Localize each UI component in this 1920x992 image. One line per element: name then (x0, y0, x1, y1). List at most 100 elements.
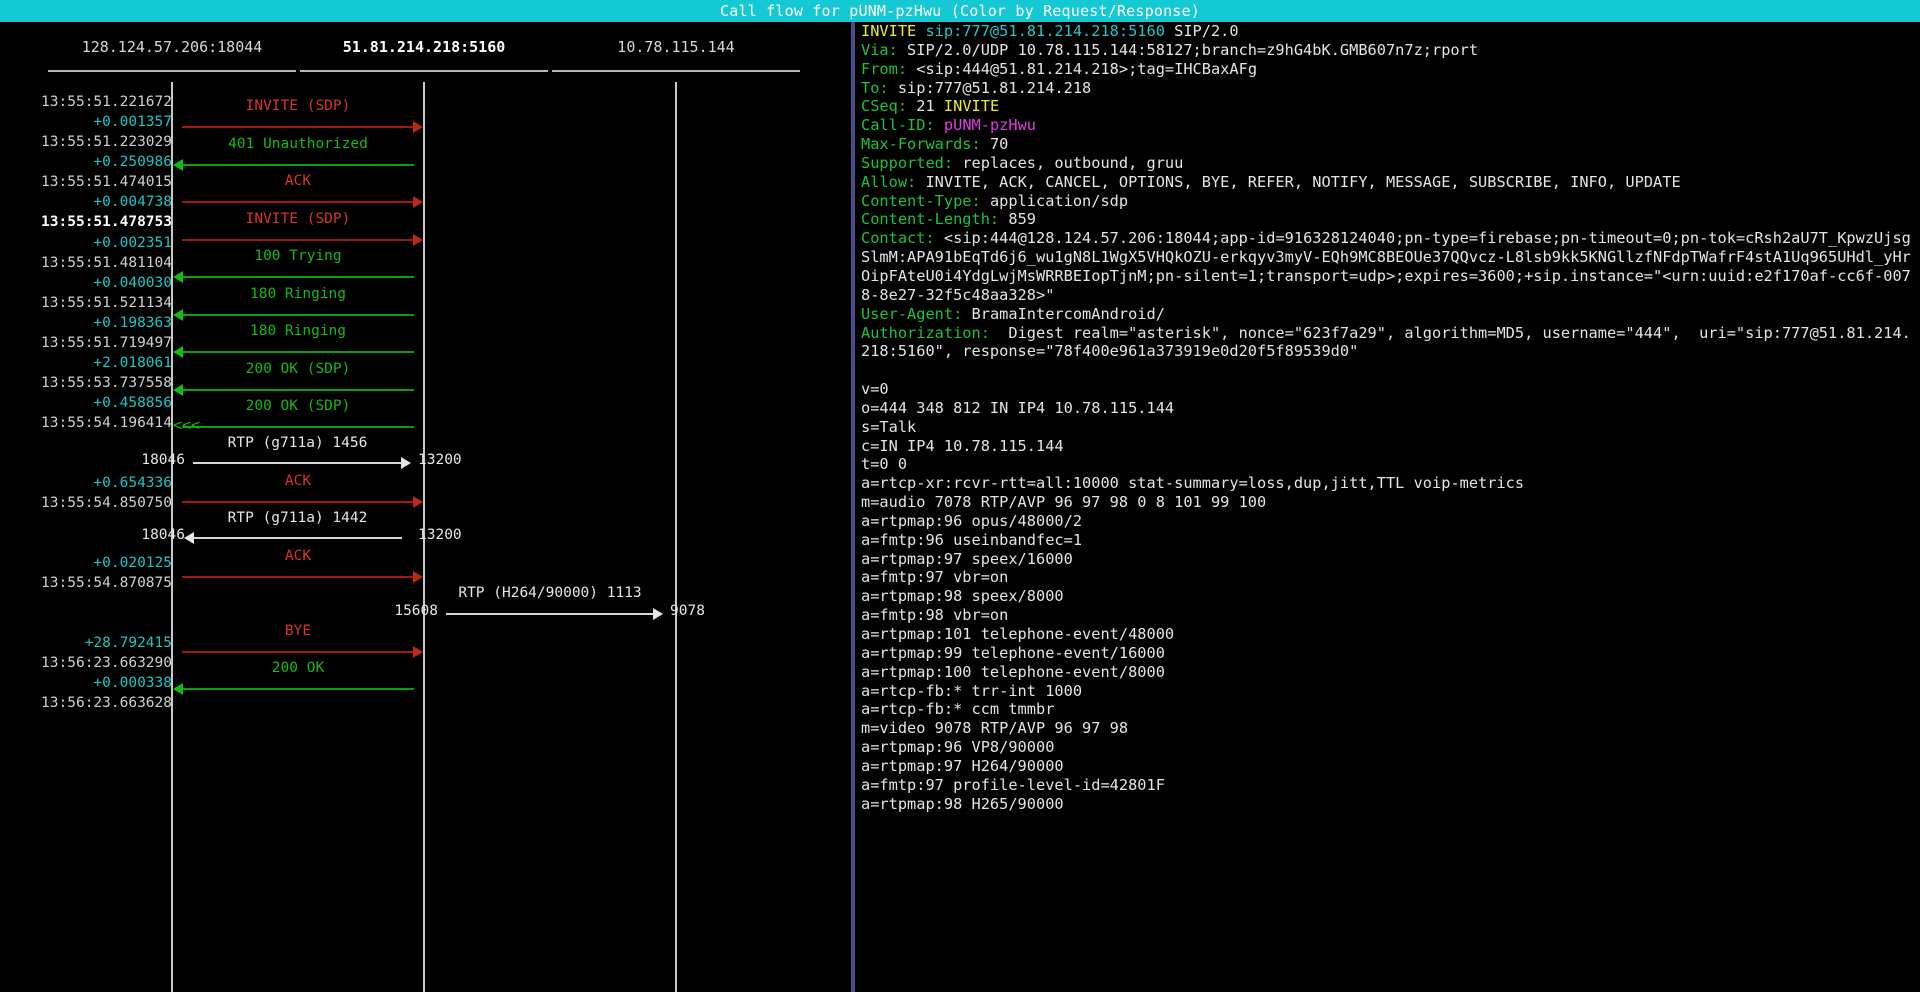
message-label[interactable]: ACK (285, 548, 311, 564)
message-label[interactable]: RTP (g711a) 1442 (228, 510, 368, 526)
host-label-2[interactable]: 10.78.115.144 (617, 38, 734, 56)
sip-token-plain: Digest realm="asterisk", nonce="623f7a29… (861, 323, 1911, 361)
sip-message-text: INVITE sip:777@51.81.214.218:5160 SIP/2.… (861, 22, 1917, 813)
message-arrow-line[interactable] (446, 613, 654, 615)
timestamp: 13:55:54.196414 (41, 415, 172, 431)
sip-token-hdr: Content-Length: (861, 210, 1000, 229)
sip-line: a=rtcp-fb:* ccm tmmbr (861, 700, 1917, 719)
message-arrow-line[interactable] (193, 462, 402, 464)
host-label-1[interactable]: 51.81.214.218:5160 (343, 38, 506, 56)
timestamp: 13:55:54.850750 (41, 495, 172, 511)
message-label[interactable]: 180 Ringing (250, 286, 346, 302)
sip-token-callid: pUNM-pzHwu (943, 116, 1037, 135)
sip-line: o=444 348 812 IN IP4 10.78.115.144 (861, 399, 1917, 418)
arrow-head-left (173, 346, 183, 358)
message-arrow-line[interactable] (182, 126, 414, 128)
sip-token-sdp: a=rtpmap:97 H264/90000 (861, 756, 1064, 775)
sip-line: Allow: INVITE, ACK, CANCEL, OPTIONS, BYE… (861, 173, 1917, 192)
timestamp: 13:55:51.719497 (41, 335, 172, 351)
sip-token-meth: INVITE (943, 97, 1000, 116)
sip-token-plain: 70 (980, 135, 1009, 154)
message-arrow-line[interactable] (182, 576, 414, 578)
message-arrow-line[interactable] (193, 537, 402, 539)
message-arrow-line[interactable] (182, 314, 414, 316)
timestamp-gutter: 13:55:51.221672 +0.001357 13:55:51.223029 +… (0, 22, 172, 992)
sip-line: t=0 0 (861, 455, 1917, 474)
sip-line: a=rtpmap:96 VP8/90000 (861, 738, 1917, 757)
sip-line: To: sip:777@51.81.214.218 (861, 79, 1917, 98)
time-delta: +0.250986 (93, 154, 172, 170)
sip-token-uri: sip:777@51.81.214.218:5160 (925, 22, 1165, 40)
sip-line: m=audio 7078 RTP/AVP 96 97 98 0 8 101 99… (861, 493, 1917, 512)
rtp-source-port: 18046 (141, 527, 185, 543)
rtp-dest-port: 9078 (670, 603, 705, 619)
time-delta: +0.198363 (93, 315, 172, 331)
arrow-head-right (413, 234, 423, 246)
message-arrow-line[interactable] (182, 651, 414, 653)
message-label[interactable]: ACK (285, 173, 311, 189)
sip-line: a=rtcp-fb:* trr-int 1000 (861, 682, 1917, 701)
sip-message-panel[interactable]: INVITE sip:777@51.81.214.218:5160 SIP/2.… (855, 22, 1920, 992)
sip-token-sdp: a=rtpmap:97 speex/16000 (861, 549, 1073, 568)
message-arrow-line[interactable] (182, 389, 414, 391)
arrow-head-left (184, 532, 194, 544)
sip-line: a=rtpmap:101 telephone-event/48000 (861, 625, 1917, 644)
sip-line: Contact: <sip:444@128.124.57.206:18044;a… (861, 229, 1917, 304)
sip-token-plain: replaces, outbound, gruu (953, 153, 1184, 172)
message-label[interactable]: ACK (285, 473, 311, 489)
message-label[interactable]: INVITE (SDP) (246, 211, 351, 227)
message-arrow-line[interactable] (182, 351, 414, 353)
sip-token-sdp: s=Talk (861, 417, 917, 436)
message-label[interactable]: BYE (285, 623, 311, 639)
sip-line: Content-Length: 859 (861, 210, 1917, 229)
message-arrow-line[interactable] (182, 501, 414, 503)
sip-token-sdp: a=rtcp-fb:* trr-int 1000 (861, 681, 1083, 700)
sip-token-meth: INVITE (861, 22, 926, 40)
message-label[interactable]: 100 Trying (254, 248, 341, 264)
message-arrow-line[interactable] (182, 426, 414, 428)
arrow-head-left (173, 309, 183, 321)
message-label[interactable]: 401 Unauthorized (228, 136, 368, 152)
message-arrow-line[interactable] (182, 164, 414, 166)
sip-token-hdr: Via: (861, 40, 898, 59)
sip-token-sdp: a=fmtp:97 profile-level-id=42801F (861, 775, 1165, 794)
time-delta: +0.458856 (93, 395, 172, 411)
sip-token-sdp: a=rtpmap:96 VP8/90000 (861, 738, 1055, 757)
sip-token-hdr: Authorization: (861, 323, 990, 342)
host-label-0[interactable]: 128.124.57.206:18044 (82, 38, 263, 56)
sip-token-sdp: a=rtpmap:98 H265/90000 (861, 794, 1064, 813)
message-label[interactable]: RTP (g711a) 1456 (228, 435, 368, 451)
timestamp: 13:55:51.478753 (41, 214, 172, 230)
sip-token-plain: BramaIntercomAndroid/ (962, 304, 1165, 323)
call-flow-diagram[interactable]: 13:55:51.221672 +0.001357 13:55:51.223029 +… (0, 22, 851, 992)
sip-token-sdp: a=rtpmap:99 telephone-event/16000 (861, 643, 1165, 662)
message-arrow-line[interactable] (182, 276, 414, 278)
message-arrow-line[interactable] (182, 239, 414, 241)
sip-token-sdp: t=0 0 (861, 455, 908, 474)
sip-token-sdp: a=rtpmap:100 telephone-event/8000 (861, 662, 1165, 681)
sip-line: a=rtcp-xr:rcvr-rtt=all:10000 stat-summar… (861, 474, 1917, 493)
sip-token-sdp: a=rtpmap:96 opus/48000/2 (861, 511, 1083, 530)
sip-line: m=video 9078 RTP/AVP 96 97 98 (861, 719, 1917, 738)
sip-line: a=fmtp:98 vbr=on (861, 606, 1917, 625)
message-label[interactable]: INVITE (SDP) (246, 98, 351, 114)
arrow-head-right (653, 608, 663, 620)
time-delta: +0.004738 (93, 194, 172, 210)
sip-token-hdr: To: (861, 78, 889, 97)
message-label[interactable]: 200 OK (272, 660, 324, 676)
message-arrow-line[interactable] (182, 201, 414, 203)
message-label[interactable]: RTP (H264/90000) 1113 (458, 585, 641, 601)
sip-line: From: <sip:444@51.81.214.218>;tag=IHCBax… (861, 60, 1917, 79)
message-arrow-line[interactable] (182, 688, 414, 690)
sip-line: a=fmtp:97 vbr=on (861, 568, 1917, 587)
sip-token-hdr: From: (861, 59, 908, 78)
sip-token-sdp: o=444 348 812 IN IP4 10.78.115.144 (861, 398, 1175, 417)
arrow-head-left (173, 159, 183, 171)
message-label[interactable]: 200 OK (SDP) (246, 361, 351, 377)
sip-token-sdp: m=audio 7078 RTP/AVP 96 97 98 0 8 101 99… (861, 493, 1267, 512)
sip-line: a=fmtp:97 profile-level-id=42801F (861, 776, 1917, 795)
message-label[interactable]: 180 Ringing (250, 323, 346, 339)
message-label[interactable]: 200 OK (SDP) (246, 398, 351, 414)
timestamp: 13:56:23.663290 (41, 655, 172, 671)
sip-line: Authorization: Digest realm="asterisk", … (861, 324, 1917, 362)
